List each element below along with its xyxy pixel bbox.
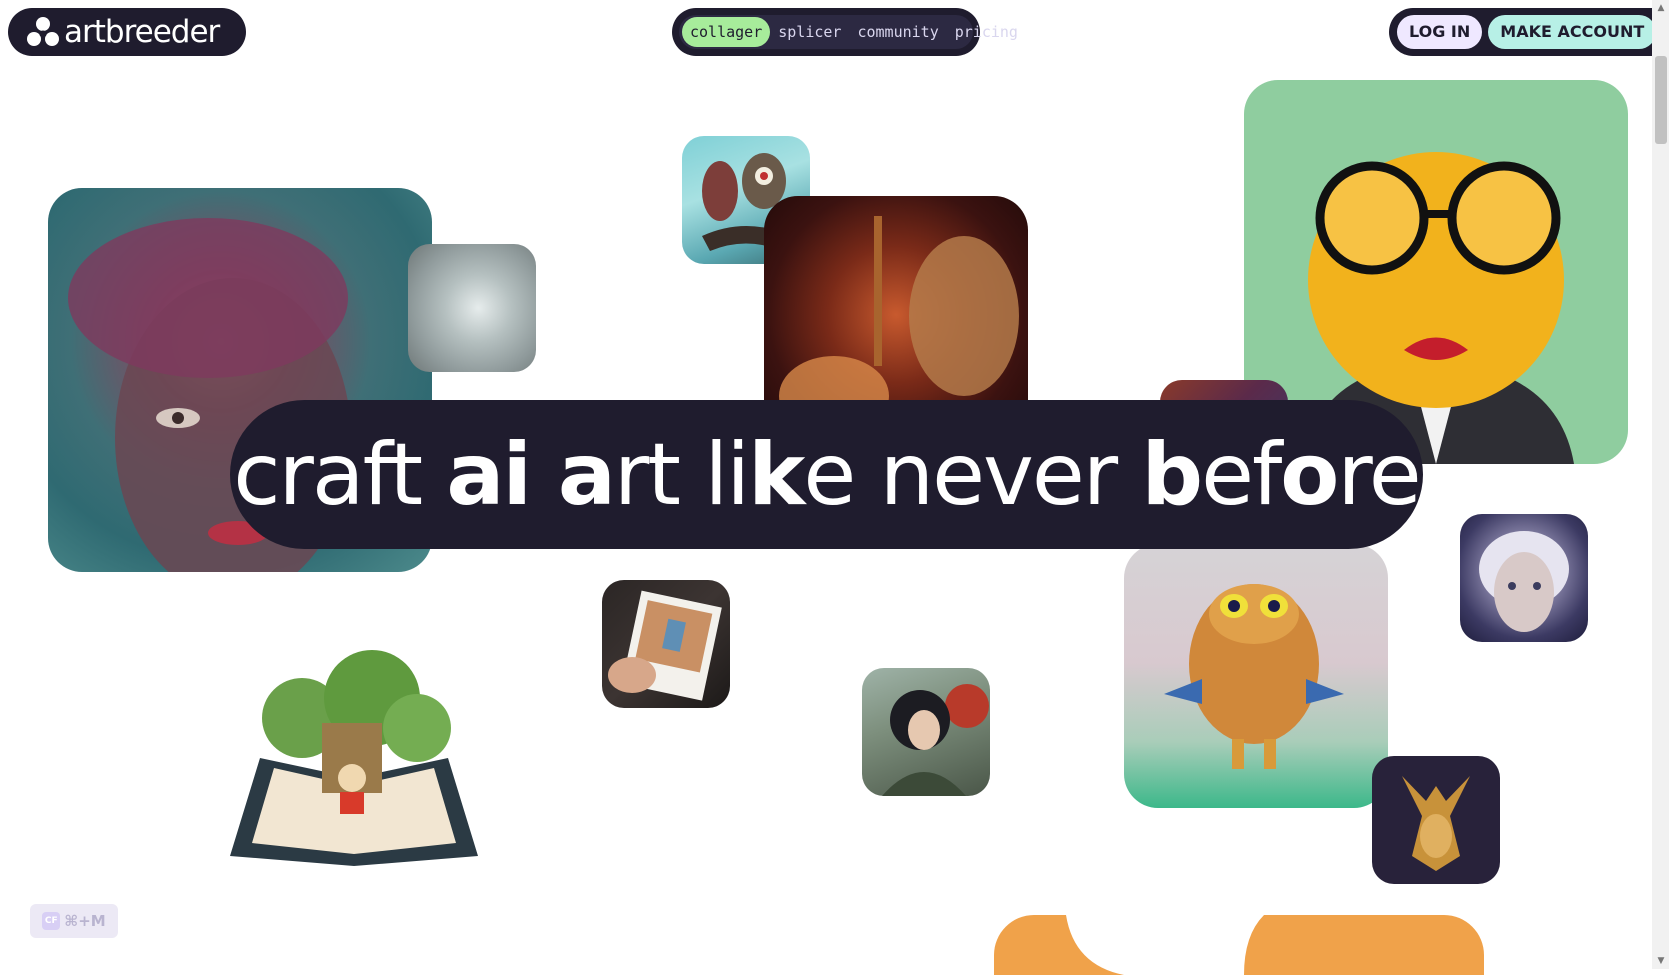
gallery-image-fluffy-creature[interactable] [1124, 544, 1388, 808]
nav-item-pricing[interactable]: pricing [947, 17, 1026, 47]
hero-text-part: ai a [446, 424, 615, 525]
woman-flowers-illustration [882, 684, 989, 796]
polaroid-hand-illustration [608, 590, 722, 701]
popup-book-illustration [230, 650, 478, 866]
brand-name: artbreeder [64, 14, 220, 50]
golden-statue-illustration [1402, 776, 1470, 871]
top-nav: collager splicer community pricing [672, 8, 1018, 56]
hero-text-part: ef [1201, 424, 1282, 525]
gallery-image-woman-flowers[interactable] [862, 668, 990, 796]
nav-item-collager[interactable]: collager [682, 17, 771, 47]
gallery-image-polaroid-hand[interactable] [602, 580, 730, 708]
make-account-button[interactable]: MAKE ACCOUNT [1488, 15, 1657, 49]
hero-text-part: k [748, 424, 805, 525]
scroll-down-arrow-icon[interactable]: ▼ [1655, 953, 1667, 969]
gallery-image-popup-book[interactable] [222, 628, 486, 892]
fluffy-creature-illustration [1164, 584, 1344, 769]
scrollbar-track[interactable] [1652, 0, 1669, 969]
shortcut-badge[interactable]: CF ⌘+M [30, 904, 118, 938]
gallery-image-orange-partial[interactable] [994, 915, 1484, 975]
hero-title: craft ai art like never before [233, 424, 1421, 525]
auth-group: LOG IN MAKE ACCOUNT [1389, 8, 1664, 56]
scrollbar-thumb[interactable] [1655, 56, 1667, 144]
extension-icon: CF [42, 912, 61, 930]
artbreeder-logo[interactable]: artbreeder [8, 8, 246, 56]
hero-text-part: rt li [613, 424, 750, 525]
artbreeder-logo-icon [27, 17, 59, 46]
gallery-image-silver-hair-girl[interactable] [1460, 514, 1588, 642]
gallery-image-glass-creature[interactable] [408, 244, 536, 372]
login-button[interactable]: LOG IN [1397, 15, 1483, 49]
shortcut-keys: ⌘+M [64, 912, 106, 930]
hero-text-part: b [1141, 424, 1204, 525]
silver-hair-girl-illustration [1479, 531, 1569, 632]
hero-text-part: re [1337, 424, 1421, 525]
gallery-image-golden-statue[interactable] [1372, 756, 1500, 884]
hero-text-part: craft [233, 424, 447, 525]
nav-item-splicer[interactable]: splicer [770, 17, 849, 47]
hero-text-part: o [1280, 424, 1339, 525]
orange-partial-illustration [1066, 915, 1264, 975]
scroll-up-arrow-icon[interactable]: ▲ [1655, 0, 1667, 16]
hero-text-part: e never [803, 424, 1142, 525]
hero-headline: craft ai art like never before [230, 400, 1423, 549]
nav-item-community[interactable]: community [849, 17, 946, 47]
